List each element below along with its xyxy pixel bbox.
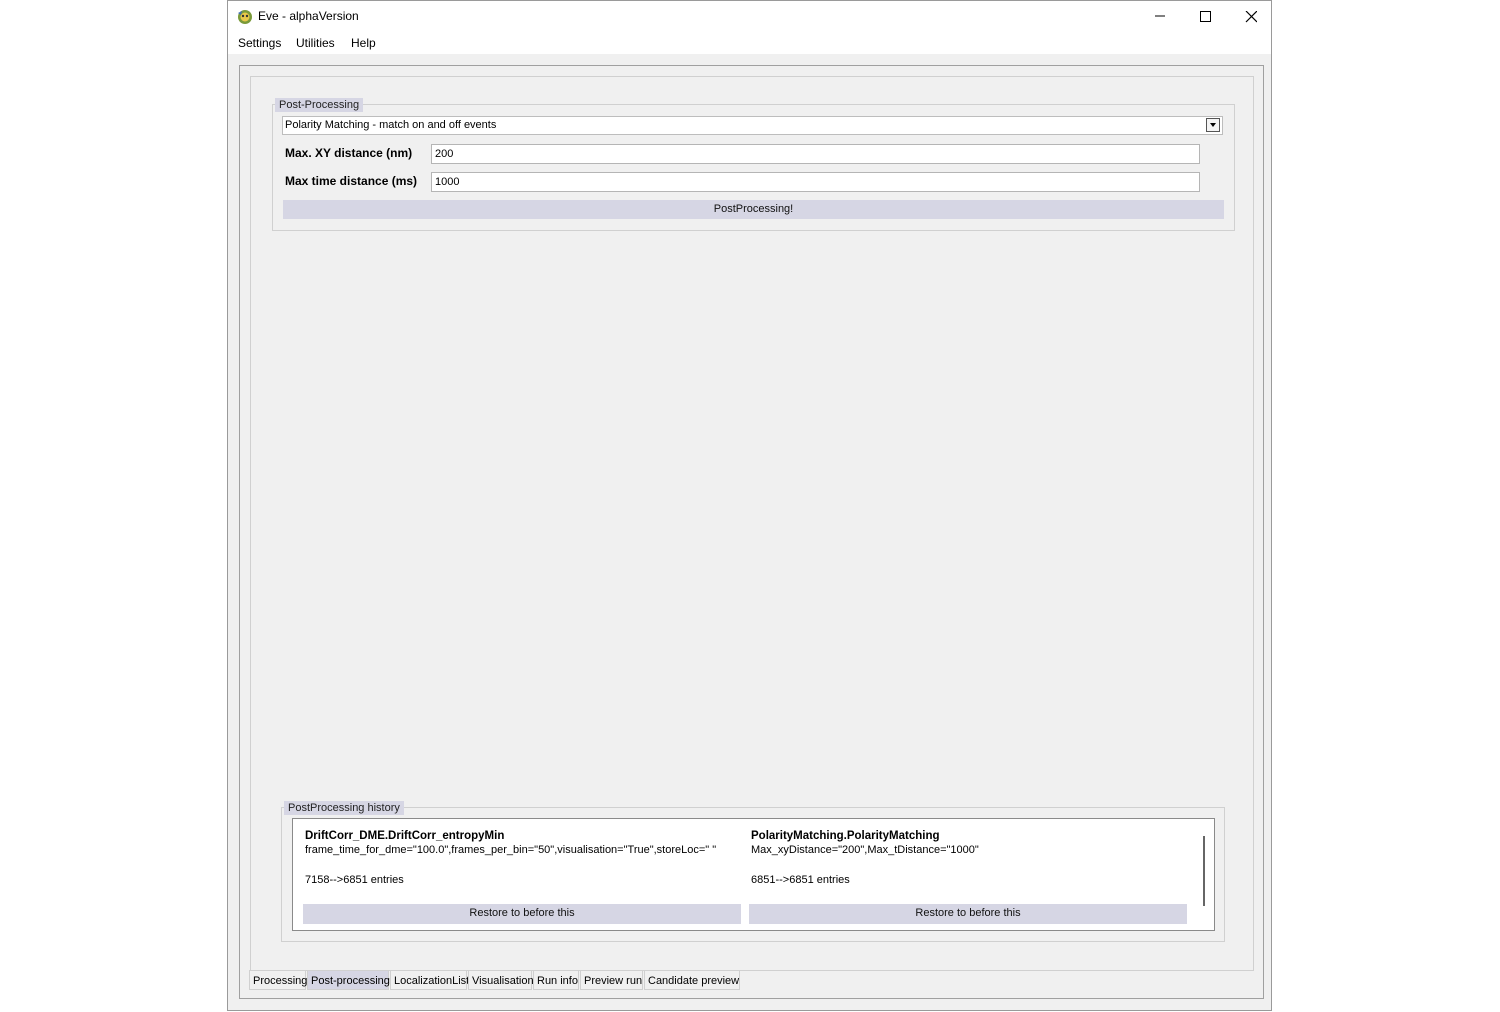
method-select[interactable]: Polarity Matching - match on and off eve… bbox=[282, 116, 1223, 135]
history-entry-count: 7158-->6851 entries bbox=[305, 874, 404, 886]
tab-processing[interactable]: Processing bbox=[249, 970, 307, 990]
close-button[interactable] bbox=[1228, 1, 1274, 32]
postprocessing-history-group: PostProcessing history DriftCorr_DME.Dri… bbox=[281, 801, 1225, 942]
menu-help[interactable]: Help bbox=[351, 36, 376, 50]
max-xy-distance-label: Max. XY distance (nm) bbox=[285, 146, 413, 160]
content-area: Post-Processing Polarity Matching - matc… bbox=[239, 65, 1264, 999]
minimize-button[interactable] bbox=[1137, 1, 1183, 32]
postprocessing-run-button[interactable]: PostProcessing! bbox=[283, 200, 1224, 219]
tab-candidate-preview[interactable]: Candidate preview bbox=[644, 970, 740, 990]
max-time-distance-label: Max time distance (ms) bbox=[285, 174, 418, 188]
history-list: DriftCorr_DME.DriftCorr_entropyMin frame… bbox=[292, 818, 1215, 931]
history-entry-title: PolarityMatching.PolarityMatching bbox=[751, 830, 940, 842]
post-processing-group: Post-Processing Polarity Matching - matc… bbox=[272, 98, 1235, 231]
tab-localization-list[interactable]: LocalizationList bbox=[390, 970, 469, 990]
window-title: Eve - alphaVersion bbox=[258, 9, 359, 23]
minimize-icon bbox=[1155, 15, 1165, 17]
chevron-down-icon[interactable] bbox=[1206, 118, 1220, 132]
menu-utilities[interactable]: Utilities bbox=[296, 36, 335, 50]
history-group-title: PostProcessing history bbox=[284, 801, 404, 815]
restore-button-2[interactable]: Restore to before this bbox=[749, 904, 1187, 924]
maximize-button[interactable] bbox=[1182, 1, 1228, 32]
history-entry-params: frame_time_for_dme="100.0",frames_per_bi… bbox=[305, 844, 717, 856]
menu-bar: Settings Utilities Help bbox=[228, 32, 1271, 54]
tab-preview-run[interactable]: Preview run bbox=[580, 970, 643, 990]
history-scrollbar[interactable] bbox=[1203, 836, 1205, 906]
menu-settings[interactable]: Settings bbox=[238, 36, 281, 50]
history-entry-title: DriftCorr_DME.DriftCorr_entropyMin bbox=[305, 830, 505, 842]
max-xy-distance-input[interactable] bbox=[431, 144, 1200, 164]
app-logo-icon bbox=[238, 10, 252, 24]
max-time-distance-input[interactable] bbox=[431, 172, 1200, 192]
post-processing-group-title: Post-Processing bbox=[275, 98, 364, 112]
tab-run-info[interactable]: Run info bbox=[533, 970, 579, 990]
history-entry-params: Max_xyDistance="200",Max_tDistance="1000… bbox=[751, 844, 979, 856]
title-bar[interactable]: Eve - alphaVersion bbox=[228, 1, 1271, 32]
tab-visualisation[interactable]: Visualisation bbox=[468, 970, 534, 990]
restore-button-1[interactable]: Restore to before this bbox=[303, 904, 741, 924]
history-entry-count: 6851-->6851 entries bbox=[751, 874, 850, 886]
close-icon bbox=[1245, 11, 1257, 23]
tab-post-processing[interactable]: Post-processing bbox=[307, 970, 390, 990]
method-select-value: Polarity Matching - match on and off eve… bbox=[285, 119, 497, 131]
main-window: Eve - alphaVersion Settings Utilities He… bbox=[227, 0, 1272, 1011]
maximize-icon bbox=[1200, 11, 1211, 22]
tab-pane-post-processing: Post-Processing Polarity Matching - matc… bbox=[250, 76, 1254, 971]
